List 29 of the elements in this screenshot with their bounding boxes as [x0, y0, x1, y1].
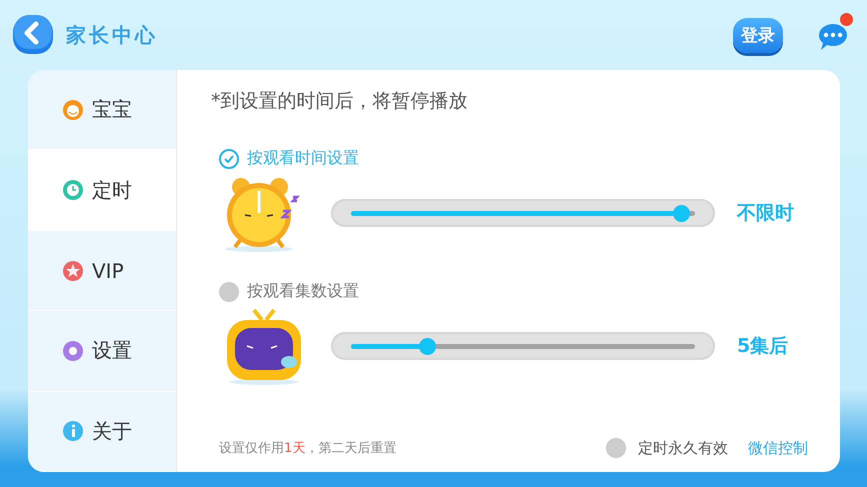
check-icon [224, 154, 234, 162]
slider-track[interactable] [331, 332, 715, 360]
sidebar-tab[interactable]: 定时 [28, 150, 176, 231]
option-label[interactable]: 按观看集数设置 [247, 281, 359, 302]
slider-thumb[interactable] [673, 205, 690, 222]
sidebar-tab[interactable]: VIP [28, 230, 176, 312]
info-icon [62, 420, 84, 442]
sidebar-tab-label: 宝宝 [92, 96, 132, 124]
sidebar-tab[interactable]: 设置 [28, 311, 176, 392]
permanent-label[interactable]: 定时永久有效 [638, 438, 728, 458]
radio-button[interactable] [219, 148, 239, 168]
slider-value: 5集后 [737, 334, 788, 359]
smiley-icon [62, 98, 84, 121]
gear-icon [62, 340, 84, 362]
sidebar-tab-label: VIP [92, 258, 124, 283]
pause-notice: *到设置的时间后，将暂停播放 [211, 89, 468, 114]
sidebar-tab-label: 关于 [92, 418, 132, 445]
slider-track[interactable] [331, 199, 715, 227]
alarm-clock-icon [62, 179, 84, 202]
reset-note: 设置仅作用 1天，第二天后重置 [219, 440, 398, 457]
back-button[interactable] [12, 14, 54, 56]
permanent-toggle[interactable] [606, 438, 626, 458]
slider-value: 不限时 [737, 201, 794, 226]
sidebar-tab[interactable]: 关于 [28, 392, 176, 472]
sidebar-tab-label: 定时 [92, 176, 132, 204]
slider-thumb[interactable] [418, 338, 436, 355]
radio-button[interactable] [219, 282, 239, 302]
sidebar-tab-label: 设置 [92, 337, 132, 364]
page-title: 家长中心 [66, 22, 159, 48]
